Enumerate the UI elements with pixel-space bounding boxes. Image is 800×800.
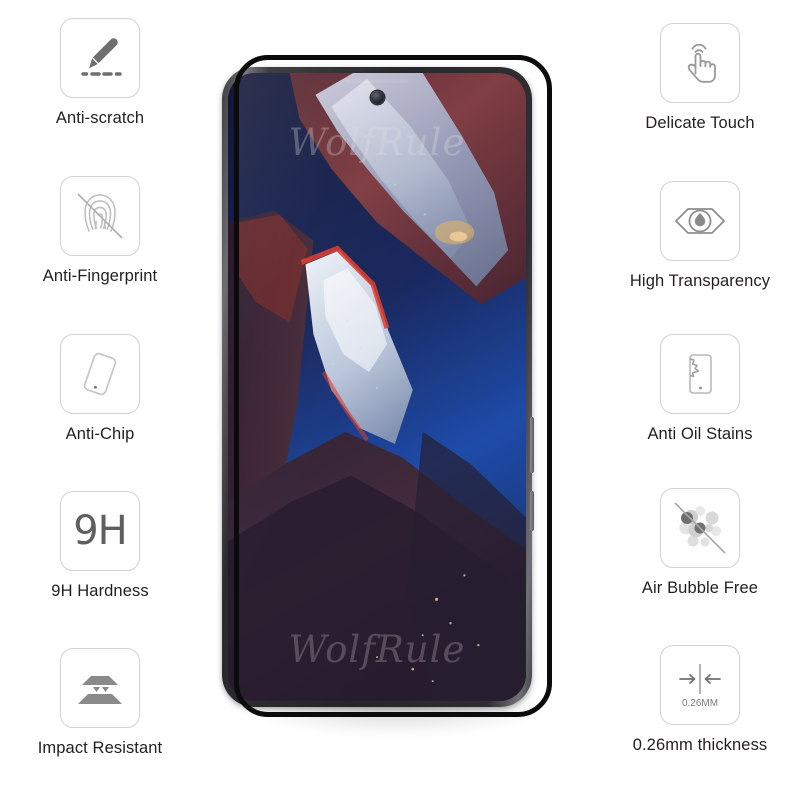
feature-high-transparency: High Transparency bbox=[600, 181, 800, 291]
wallpaper-abstract-landscape bbox=[228, 73, 526, 701]
volume-button[interactable] bbox=[530, 491, 534, 531]
feature-delicate-touch: Delicate Touch bbox=[600, 23, 800, 133]
stylus-pen-scratch-icon bbox=[60, 18, 140, 98]
front-camera-punch-hole bbox=[371, 91, 384, 104]
infographic-canvas: Anti-scratch Anti-Fingerprint Anti-Chip … bbox=[0, 0, 800, 800]
phone-oil-splash-icon bbox=[660, 334, 740, 414]
9h-icon-text: 9H bbox=[73, 508, 128, 554]
9h-text-icon: 9H bbox=[60, 491, 140, 571]
tilted-phone-icon bbox=[60, 334, 140, 414]
feature-label: Anti-Fingerprint bbox=[42, 267, 158, 285]
feature-anti-oil-stains: Anti Oil Stains bbox=[600, 334, 800, 444]
tapping-hand-icon bbox=[660, 23, 740, 103]
feature-label: 9H Hardness bbox=[51, 582, 149, 600]
feature-thickness: 0.26MM 0.26mm thickness bbox=[600, 645, 800, 755]
thickness-icon-text: 0.26MM bbox=[682, 698, 718, 709]
feature-9h-hardness: 9H 9H Hardness bbox=[0, 491, 200, 601]
feature-label: Anti-scratch bbox=[55, 109, 145, 127]
feature-label: Anti-Chip bbox=[65, 425, 135, 443]
feature-anti-scratch: Anti-scratch bbox=[0, 18, 200, 128]
feature-label: Anti Oil Stains bbox=[647, 425, 753, 443]
power-button[interactable] bbox=[530, 417, 534, 473]
feature-air-bubble-free: Air Bubble Free bbox=[600, 488, 800, 598]
feature-anti-chip: Anti-Chip bbox=[0, 334, 200, 444]
bubbles-crossed-icon bbox=[660, 488, 740, 568]
feature-label: 0.26mm thickness bbox=[632, 736, 768, 754]
eye-icon bbox=[660, 181, 740, 261]
thickness-arrows-icon: 0.26MM bbox=[660, 645, 740, 725]
feature-label: Air Bubble Free bbox=[641, 579, 759, 597]
earpiece-speaker bbox=[346, 79, 408, 83]
left-feature-column: Anti-scratch Anti-Fingerprint Anti-Chip … bbox=[0, 0, 200, 800]
feature-anti-fingerprint: Anti-Fingerprint bbox=[0, 176, 200, 286]
feature-impact-resistant: Impact Resistant bbox=[0, 648, 200, 758]
feature-label: Delicate Touch bbox=[645, 114, 755, 132]
stacked-layers-impact-icon bbox=[60, 648, 140, 728]
phone-screen: WolfRule WolfRule bbox=[228, 73, 526, 701]
feature-label: Impact Resistant bbox=[37, 739, 163, 757]
feature-label: High Transparency bbox=[629, 272, 771, 290]
fingerprint-crossed-icon bbox=[60, 176, 140, 256]
phone-body: WolfRule WolfRule bbox=[222, 67, 534, 707]
phone-with-screen-protector: WolfRule WolfRule bbox=[200, 55, 600, 765]
right-feature-column: Delicate Touch High Transparency Anti Oi… bbox=[600, 0, 800, 800]
